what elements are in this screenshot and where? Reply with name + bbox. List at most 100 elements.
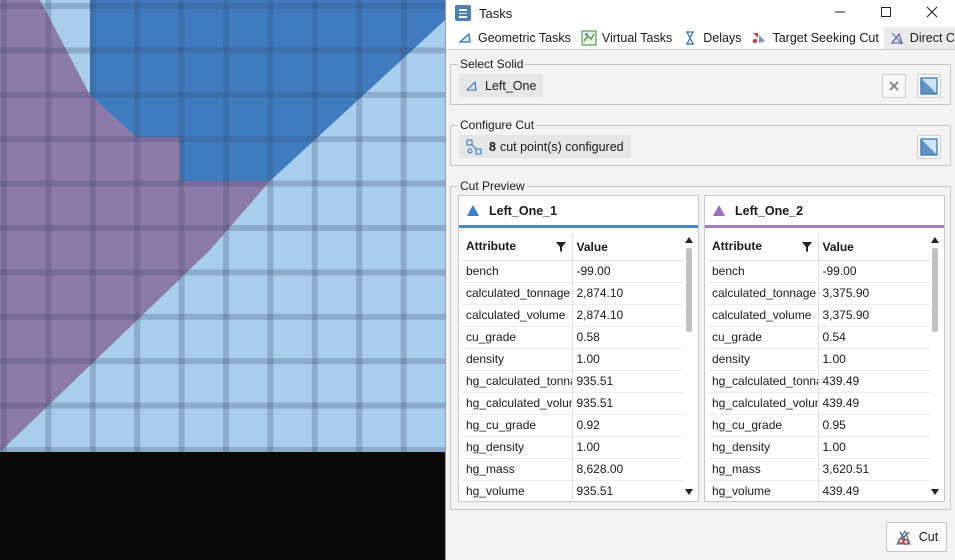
attribute-value-cell: 2,874.10 bbox=[572, 304, 684, 327]
attribute-value-cell: 1.00 bbox=[572, 348, 684, 371]
pick-solid-button[interactable] bbox=[917, 74, 941, 98]
minimize-button[interactable] bbox=[817, 0, 863, 24]
filter-icon[interactable] bbox=[555, 241, 566, 255]
table-row[interactable]: bench -99.00 bbox=[708, 260, 930, 283]
tab-geometric-tasks[interactable]: Geometric Tasks bbox=[452, 27, 576, 49]
preview-panel-title: Left_One_1 bbox=[489, 203, 558, 218]
clear-solid-button[interactable] bbox=[882, 74, 906, 98]
cut-points-text: cut point(s) configured bbox=[499, 139, 624, 154]
attribute-value-cell: 439.49 bbox=[818, 370, 930, 393]
attribute-value-cell: 439.49 bbox=[818, 480, 930, 503]
cut-preview-label: Cut Preview bbox=[458, 178, 527, 194]
table-row[interactable]: calculated_tonnage 2,874.10 bbox=[462, 282, 684, 305]
attribute-value-cell: 935.51 bbox=[572, 392, 684, 415]
attribute-name-cell: cu_grade bbox=[708, 326, 819, 349]
tab-virtual-tasks[interactable]: Virtual Tasks bbox=[576, 27, 677, 49]
solid-triangle-blue-icon bbox=[467, 205, 479, 216]
close-button[interactable] bbox=[909, 0, 955, 24]
table-row[interactable]: cu_grade 0.54 bbox=[708, 326, 930, 349]
configure-cut-label: Configure Cut bbox=[458, 117, 537, 133]
target-seeking-icon bbox=[751, 30, 767, 46]
attribute-value-cell: 0.92 bbox=[572, 414, 684, 437]
tasks-window: Tasks Geometric Tasks Virtual Tasks Dela… bbox=[445, 0, 955, 560]
table-row[interactable]: cu_grade 0.58 bbox=[462, 326, 684, 349]
table-row[interactable]: hg_mass 3,620.51 bbox=[708, 458, 930, 481]
attribute-value-cell: 935.51 bbox=[572, 480, 684, 503]
select-solid-label: Select Solid bbox=[458, 56, 526, 72]
attribute-name-cell: hg_density bbox=[708, 436, 819, 459]
attribute-value-cell: 3,375.90 bbox=[818, 282, 930, 305]
cut-button-label: Cut bbox=[918, 530, 939, 544]
tab-target-seeking-cut[interactable]: Target Seeking Cut bbox=[746, 27, 883, 49]
table-row[interactable]: hg_calculated_tonnage439.49 bbox=[708, 370, 930, 393]
tab-direct-cut[interactable]: Direct Cut bbox=[883, 26, 955, 49]
attribute-name-cell: bench bbox=[462, 260, 573, 283]
scroll-up-icon bbox=[931, 237, 939, 243]
table-row[interactable]: calculated_tonnage 3,375.90 bbox=[708, 282, 930, 305]
attribute-value-cell: 2,874.10 bbox=[572, 282, 684, 305]
attribute-name-cell: hg_cu_grade bbox=[708, 414, 819, 437]
attribute-name-cell: hg_volume bbox=[708, 480, 819, 503]
value-column-header[interactable]: Value bbox=[572, 234, 684, 261]
cut-points-chip[interactable]: 8 cut point(s) configured bbox=[459, 135, 631, 158]
attribute-name-cell: hg_calculated_volume bbox=[462, 392, 573, 415]
configure-cut-points-button[interactable] bbox=[917, 135, 941, 159]
attribute-value-cell: 3,375.90 bbox=[818, 304, 930, 327]
attribute-name-cell: hg_mass bbox=[462, 458, 573, 481]
grid-header-row: Attribute Value bbox=[708, 234, 930, 261]
scrollbar-thumb[interactable] bbox=[686, 248, 692, 332]
tab-delays[interactable]: Delays bbox=[677, 27, 746, 49]
table-row[interactable]: density 1.00 bbox=[462, 348, 684, 371]
clear-icon bbox=[889, 81, 899, 91]
table-row[interactable]: hg_mass 8,628.00 bbox=[462, 458, 684, 481]
close-icon bbox=[926, 6, 938, 18]
block-model-view bbox=[0, 0, 445, 560]
table-row[interactable]: calculated_volume 3,375.90 bbox=[708, 304, 930, 327]
attribute-name-cell: density bbox=[462, 348, 573, 371]
maximize-button[interactable] bbox=[863, 0, 909, 24]
attribute-column-header[interactable]: Attribute bbox=[462, 234, 573, 261]
table-row[interactable]: hg_density 1.00 bbox=[708, 436, 930, 459]
attribute-name-cell: density bbox=[708, 348, 819, 371]
cut-button[interactable]: Cut bbox=[886, 522, 947, 552]
configure-cut-group: Configure Cut 8 cut point(s) configured bbox=[450, 117, 951, 166]
table-row[interactable]: hg_cu_grade 0.95 bbox=[708, 414, 930, 437]
geometric-tasks-icon bbox=[457, 30, 473, 46]
attribute-name-cell: hg_calculated_volume bbox=[708, 392, 819, 415]
solid-icon bbox=[466, 80, 478, 92]
vertical-scrollbar[interactable] bbox=[683, 234, 695, 498]
attribute-name-cell: hg_density bbox=[462, 436, 573, 459]
filter-icon[interactable] bbox=[801, 241, 812, 255]
table-row[interactable]: hg_cu_grade 0.92 bbox=[462, 414, 684, 437]
attribute-value-cell: 935.51 bbox=[572, 370, 684, 393]
selected-solid-name: Left_One bbox=[485, 78, 537, 93]
table-row[interactable]: hg_calculated_volume439.49 bbox=[708, 392, 930, 415]
scrollbar-thumb[interactable] bbox=[932, 248, 938, 332]
table-row[interactable]: density 1.00 bbox=[708, 348, 930, 371]
select-solid-group: Select Solid Left_One bbox=[450, 56, 951, 105]
table-row[interactable]: hg_calculated_volume935.51 bbox=[462, 392, 684, 415]
3d-viewport[interactable] bbox=[0, 0, 445, 560]
attribute-value-cell: 439.49 bbox=[818, 392, 930, 415]
table-row[interactable]: calculated_volume 2,874.10 bbox=[462, 304, 684, 327]
tasks-app-icon bbox=[455, 5, 471, 21]
pick-in-view-icon bbox=[920, 138, 938, 156]
minimize-icon bbox=[835, 11, 845, 13]
table-row[interactable]: bench -99.00 bbox=[462, 260, 684, 283]
attribute-name-cell: hg_volume bbox=[462, 480, 573, 503]
table-row[interactable]: hg_volume 935.51 bbox=[462, 480, 684, 503]
attribute-column-header[interactable]: Attribute bbox=[708, 234, 819, 261]
virtual-tasks-icon bbox=[581, 30, 597, 46]
table-row[interactable]: hg_density 1.00 bbox=[462, 436, 684, 459]
preview-panel-header: Left_One_2 bbox=[705, 196, 944, 228]
value-column-header[interactable]: Value bbox=[818, 234, 930, 261]
table-row[interactable]: hg_calculated_tonnage935.51 bbox=[462, 370, 684, 393]
attribute-value-cell: 0.58 bbox=[572, 326, 684, 349]
hourglass-icon bbox=[682, 30, 698, 46]
vertical-scrollbar[interactable] bbox=[929, 234, 941, 498]
grid-header-row: Attribute Value bbox=[462, 234, 684, 261]
attribute-name-cell: cu_grade bbox=[462, 326, 573, 349]
table-row[interactable]: hg_volume 439.49 bbox=[708, 480, 930, 503]
attribute-grid: Attribute Value bench -99.00 calculated_to… bbox=[462, 234, 684, 503]
selected-solid-chip[interactable]: Left_One bbox=[459, 74, 544, 97]
